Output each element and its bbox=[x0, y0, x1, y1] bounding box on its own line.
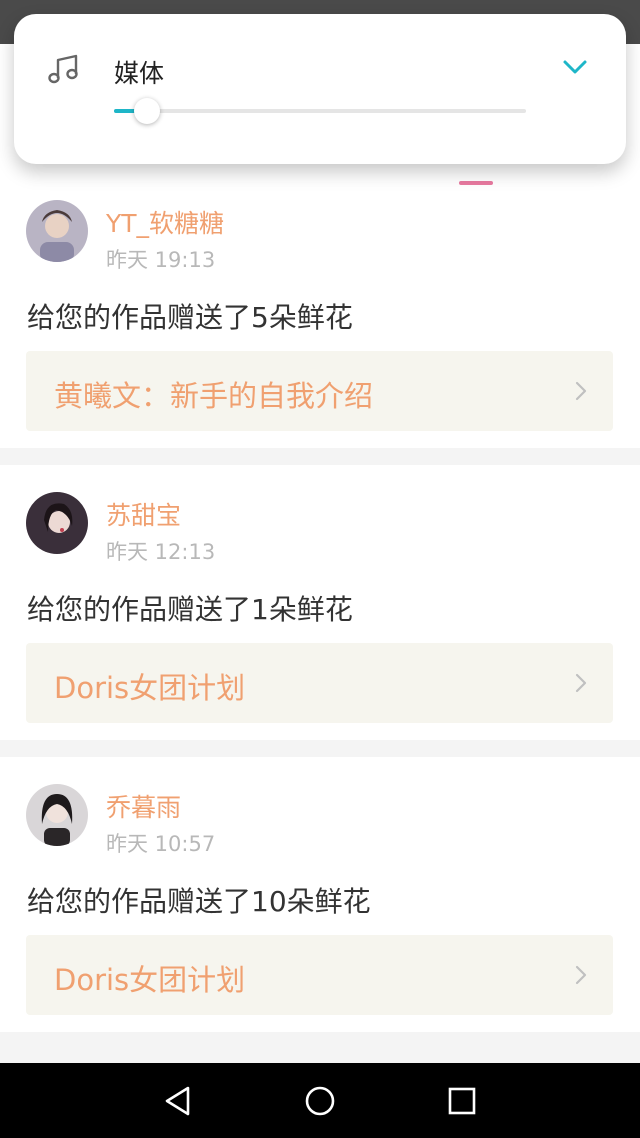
avatar[interactable] bbox=[26, 784, 88, 846]
notification-card: YT_软糖糖 昨天 19:13 给您的作品赠送了5朵鲜花 黄曦文：新手的自我介绍 bbox=[0, 188, 640, 448]
username[interactable]: 乔暮雨 bbox=[106, 788, 181, 824]
work-title: 黄曦文：新手的自我介绍 bbox=[54, 379, 374, 413]
timestamp: 昨天 12:13 bbox=[106, 540, 216, 564]
work-link[interactable]: Doris女团计划 bbox=[26, 935, 613, 1015]
chevron-right-icon bbox=[575, 381, 587, 401]
back-triangle-icon[interactable] bbox=[163, 1085, 193, 1117]
notification-message: 给您的作品赠送了1朵鲜花 bbox=[27, 593, 353, 626]
home-circle-icon[interactable] bbox=[304, 1085, 336, 1117]
active-tab-indicator bbox=[459, 181, 493, 185]
notification-message: 给您的作品赠送了5朵鲜花 bbox=[27, 301, 353, 334]
system-navigation-bar bbox=[0, 1063, 640, 1138]
media-panel-title: 媒体 bbox=[114, 59, 165, 88]
work-link[interactable]: Doris女团计划 bbox=[26, 643, 613, 723]
timestamp: 昨天 10:57 bbox=[106, 832, 216, 856]
media-volume-panel: 媒体 bbox=[14, 14, 626, 164]
avatar[interactable] bbox=[26, 200, 88, 262]
volume-slider-track[interactable] bbox=[114, 109, 526, 113]
recents-square-icon[interactable] bbox=[448, 1087, 476, 1115]
notification-card: 苏甜宝 昨天 12:13 给您的作品赠送了1朵鲜花 Doris女团计划 bbox=[0, 465, 640, 740]
avatar[interactable] bbox=[26, 492, 88, 554]
notification-card: 乔暮雨 昨天 10:57 给您的作品赠送了10朵鲜花 Doris女团计划 bbox=[0, 757, 640, 1032]
timestamp: 昨天 19:13 bbox=[106, 248, 216, 272]
work-link[interactable]: 黄曦文：新手的自我介绍 bbox=[26, 351, 613, 431]
work-title: Doris女团计划 bbox=[54, 963, 246, 997]
work-title: Doris女团计划 bbox=[54, 671, 246, 705]
notification-message: 给您的作品赠送了10朵鲜花 bbox=[27, 885, 371, 918]
username[interactable]: YT_软糖糖 bbox=[106, 204, 224, 240]
username[interactable]: 苏甜宝 bbox=[106, 496, 181, 532]
chevron-right-icon bbox=[575, 673, 587, 693]
chevron-down-icon[interactable] bbox=[562, 58, 588, 76]
music-note-icon bbox=[48, 54, 78, 84]
chevron-right-icon bbox=[575, 965, 587, 985]
volume-slider-thumb[interactable] bbox=[134, 98, 160, 124]
